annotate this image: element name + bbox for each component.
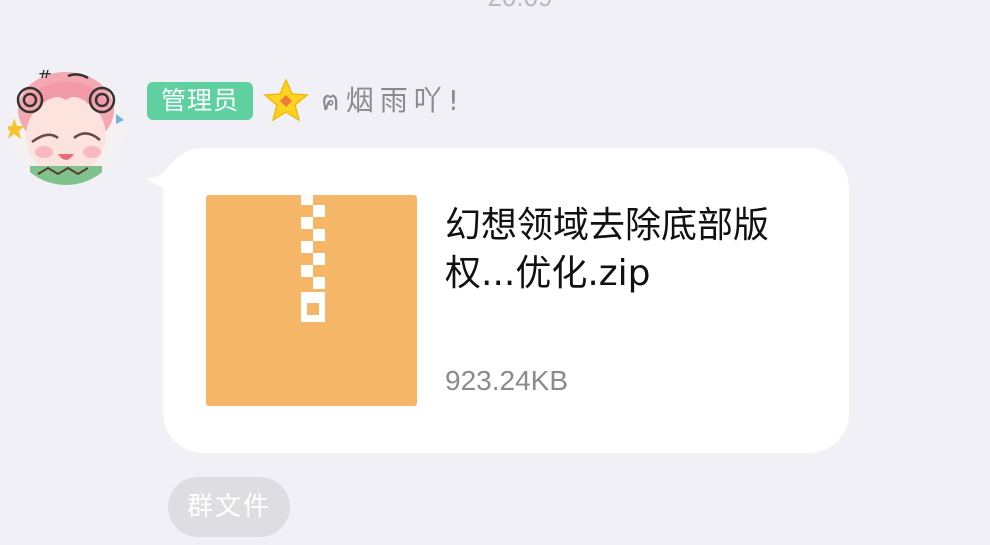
- sender-info: 管理员 ฅ烟雨吖!: [147, 78, 465, 124]
- sender-nickname[interactable]: ฅ烟雨吖!: [321, 79, 465, 123]
- star-icon: [263, 78, 309, 124]
- zip-archive-icon[interactable]: [206, 195, 417, 406]
- file-size: 923.24KB: [445, 365, 568, 396]
- svg-text:#: #: [38, 70, 53, 83]
- message-timestamp: 20:09: [0, 0, 990, 13]
- admin-badge: 管理员: [147, 82, 254, 120]
- anime-avatar-icon: #: [8, 70, 124, 185]
- file-name[interactable]: 幻想领域去除底部版权...优化.zip: [445, 202, 825, 298]
- sender-avatar[interactable]: #: [8, 70, 124, 186]
- group-file-tag[interactable]: 群文件: [168, 477, 290, 537]
